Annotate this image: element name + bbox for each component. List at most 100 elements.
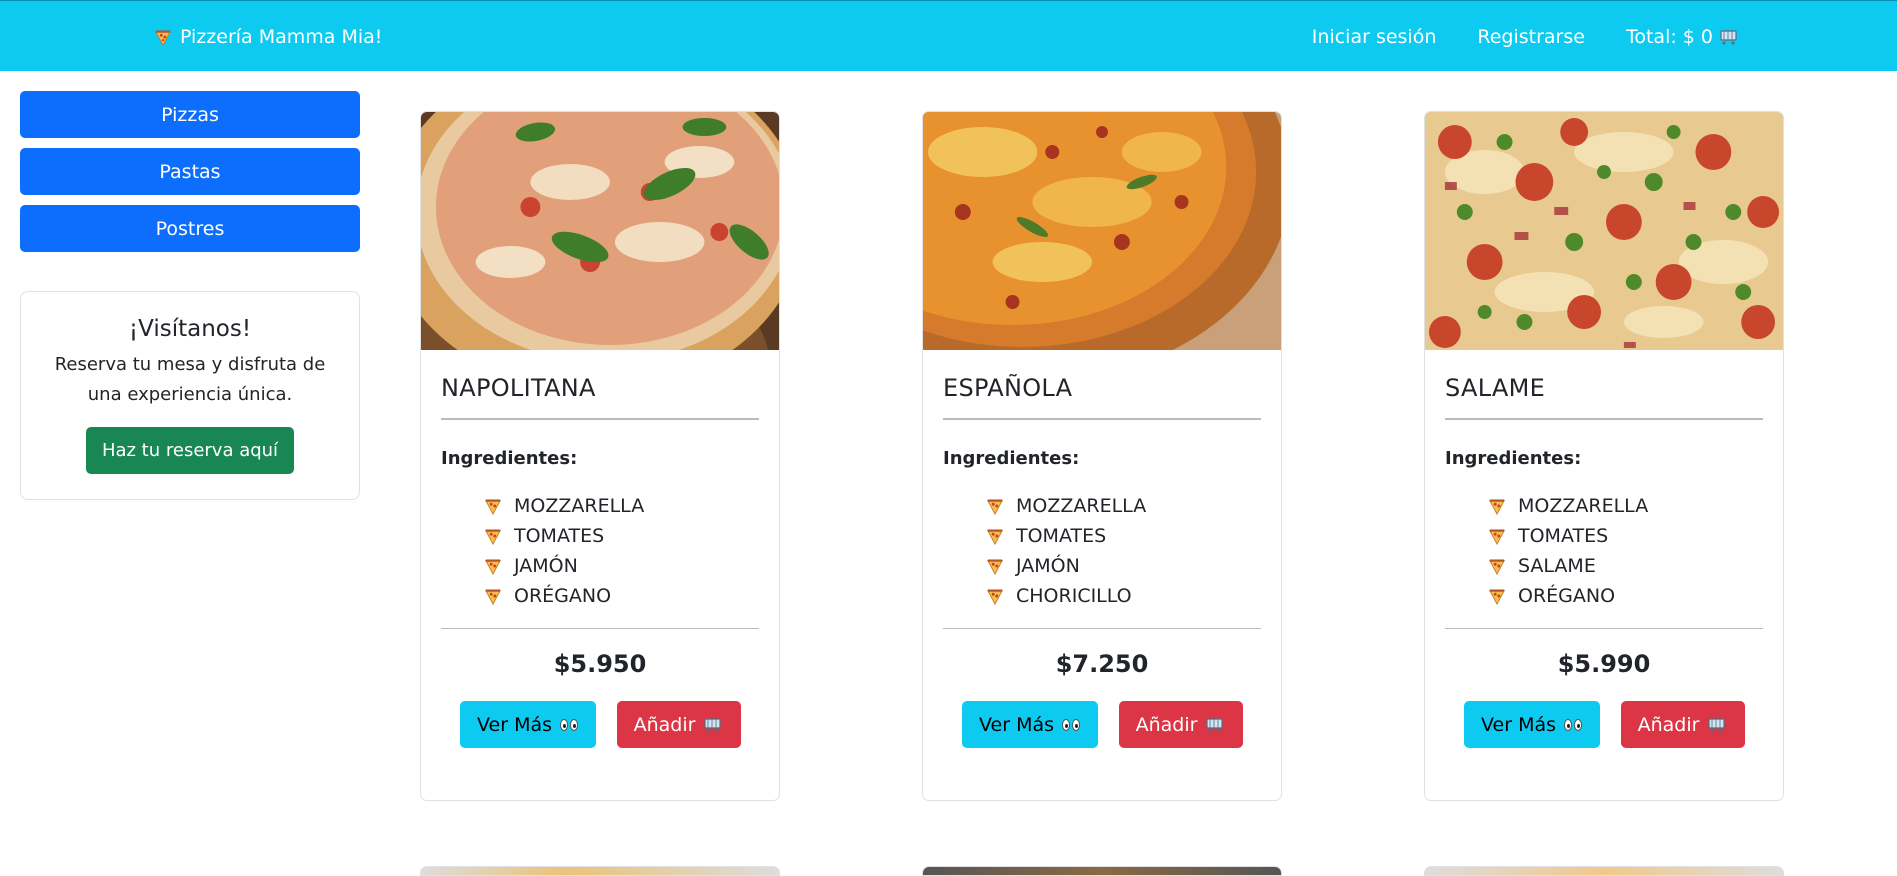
- ingredient-item: CHORICILLO: [986, 581, 1281, 611]
- divider: [943, 418, 1261, 420]
- eyes-icon: [1062, 718, 1080, 731]
- ingredients-label: Ingredientes:: [943, 448, 1080, 469]
- card-actions: Ver Más Añadir: [421, 701, 779, 748]
- brand-label: Pizzería Mamma Mia!: [180, 26, 383, 48]
- eyes-icon: [1564, 718, 1582, 731]
- ingredient-label: CHORICILLO: [1016, 585, 1132, 607]
- add-to-cart-button[interactable]: Añadir: [616, 701, 741, 748]
- category-pizzas-button[interactable]: Pizzas: [20, 91, 360, 138]
- visit-title: ¡Visítanos!: [128, 316, 252, 342]
- ingredients-label: Ingredientes:: [441, 448, 578, 469]
- ingredient-label: MOZZARELLA: [514, 495, 645, 517]
- add-label: Añadir: [1637, 713, 1700, 736]
- ingredient-item: ORÉGANO: [1488, 581, 1783, 611]
- cart-icon: [1720, 30, 1737, 45]
- pizza-espanola-image: [923, 112, 1281, 350]
- ingredient-label: TOMATES: [1518, 525, 1609, 547]
- ingredient-label: ORÉGANO: [1518, 585, 1616, 607]
- pizza-icon: [987, 499, 1003, 515]
- view-more-label: Ver Más: [477, 713, 552, 736]
- pizza-card-next: [922, 866, 1282, 876]
- pizza-icon: [1489, 559, 1505, 575]
- view-more-button[interactable]: Ver Más: [1463, 701, 1600, 748]
- pizza-napolitana-image: [421, 112, 779, 350]
- pizza-card-napolitana: NAPOLITANA Ingredientes: MOZZARELLA TOMA…: [420, 111, 780, 801]
- view-more-button[interactable]: Ver Más: [459, 701, 596, 748]
- pizza-price: $7.250: [1055, 650, 1149, 678]
- divider: [441, 628, 759, 629]
- cart-icon: [1206, 717, 1224, 732]
- divider: [943, 628, 1261, 629]
- ingredient-label: SALAME: [1518, 555, 1596, 577]
- card-actions: Ver Más Añadir: [923, 701, 1281, 748]
- pizza-icon: [987, 559, 1003, 575]
- ingredients-label: Ingredientes:: [1445, 448, 1582, 469]
- ingredient-label: MOZZARELLA: [1518, 495, 1649, 517]
- divider: [1445, 418, 1763, 420]
- ingredient-item: MOZZARELLA: [484, 491, 779, 521]
- ingredient-label: ORÉGANO: [514, 585, 612, 607]
- cart-total-label: Total: $ 0: [1625, 26, 1713, 48]
- view-more-button[interactable]: Ver Más: [961, 701, 1098, 748]
- ingredients-list: MOZZARELLA TOMATES JAMÓN CHORICILLO: [986, 491, 1281, 611]
- eyes-icon: [560, 718, 578, 731]
- reserve-button[interactable]: Haz tu reserva aquí: [85, 427, 295, 474]
- ingredient-item: TOMATES: [986, 521, 1281, 551]
- navbar: Pizzería Mamma Mia! Iniciar sesión Regis…: [0, 0, 1897, 71]
- ingredient-item: TOMATES: [1488, 521, 1783, 551]
- visit-text: Reserva tu mesa y disfruta de una experi…: [54, 354, 326, 405]
- pizza-icon: [155, 30, 171, 46]
- pizza-card-espanola: ESPAÑOLA Ingredientes: MOZZARELLA TOMATE…: [922, 111, 1282, 801]
- ingredients-list: MOZZARELLA TOMATES SALAME ORÉGANO: [1488, 491, 1783, 611]
- pizza-icon: [1489, 589, 1505, 605]
- pizza-card-salame: SALAME Ingredientes: MOZZARELLA TOMATES …: [1424, 111, 1784, 801]
- ingredient-item: TOMATES: [484, 521, 779, 551]
- ingredient-label: MOZZARELLA: [1016, 495, 1147, 517]
- pizza-icon: [485, 589, 501, 605]
- add-label: Añadir: [1135, 713, 1198, 736]
- add-to-cart-button[interactable]: Añadir: [1620, 701, 1745, 748]
- view-more-label: Ver Más: [1481, 713, 1556, 736]
- pizza-name: NAPOLITANA: [441, 374, 596, 402]
- pizza-icon: [485, 499, 501, 515]
- ingredient-label: JAMÓN: [1016, 555, 1080, 577]
- nav-links: Iniciar sesión Registrarse Total: $ 0: [1312, 26, 1739, 48]
- cart-total-link[interactable]: Total: $ 0: [1626, 26, 1739, 48]
- pizza-price: $5.990: [1557, 650, 1651, 678]
- pizza-icon: [485, 529, 501, 545]
- pizza-name: SALAME: [1445, 374, 1546, 402]
- ingredient-item: ORÉGANO: [484, 581, 779, 611]
- view-more-label: Ver Más: [979, 713, 1054, 736]
- add-to-cart-button[interactable]: Añadir: [1118, 701, 1243, 748]
- pizza-card-next: [420, 866, 780, 876]
- pizza-card-next: [1424, 866, 1784, 876]
- cart-icon: [1708, 717, 1726, 732]
- pizza-icon: [987, 589, 1003, 605]
- pizza-icon: [1489, 499, 1505, 515]
- pizza-icon: [987, 529, 1003, 545]
- ingredient-label: TOMATES: [514, 525, 605, 547]
- pizza-name: ESPAÑOLA: [943, 374, 1073, 402]
- ingredient-item: MOZZARELLA: [986, 491, 1281, 521]
- divider: [1445, 628, 1763, 629]
- visit-card: ¡Visítanos! Reserva tu mesa y disfruta d…: [20, 291, 360, 500]
- divider: [441, 418, 759, 420]
- ingredient-label: TOMATES: [1016, 525, 1107, 547]
- register-link[interactable]: Registrarse: [1477, 26, 1585, 48]
- pizza-icon: [1489, 529, 1505, 545]
- pizza-price: $5.950: [553, 650, 647, 678]
- add-label: Añadir: [633, 713, 696, 736]
- ingredient-item: SALAME: [1488, 551, 1783, 581]
- pizza-icon: [485, 559, 501, 575]
- cart-icon: [704, 717, 722, 732]
- ingredient-item: MOZZARELLA: [1488, 491, 1783, 521]
- login-link[interactable]: Iniciar sesión: [1312, 26, 1437, 48]
- ingredient-label: JAMÓN: [514, 555, 578, 577]
- category-pastas-button[interactable]: Pastas: [20, 148, 360, 195]
- category-postres-button[interactable]: Postres: [20, 205, 360, 252]
- ingredients-list: MOZZARELLA TOMATES JAMÓN ORÉGANO: [484, 491, 779, 611]
- ingredient-item: JAMÓN: [484, 551, 779, 581]
- brand[interactable]: Pizzería Mamma Mia!: [154, 26, 382, 48]
- ingredient-item: JAMÓN: [986, 551, 1281, 581]
- card-actions: Ver Más Añadir: [1425, 701, 1783, 748]
